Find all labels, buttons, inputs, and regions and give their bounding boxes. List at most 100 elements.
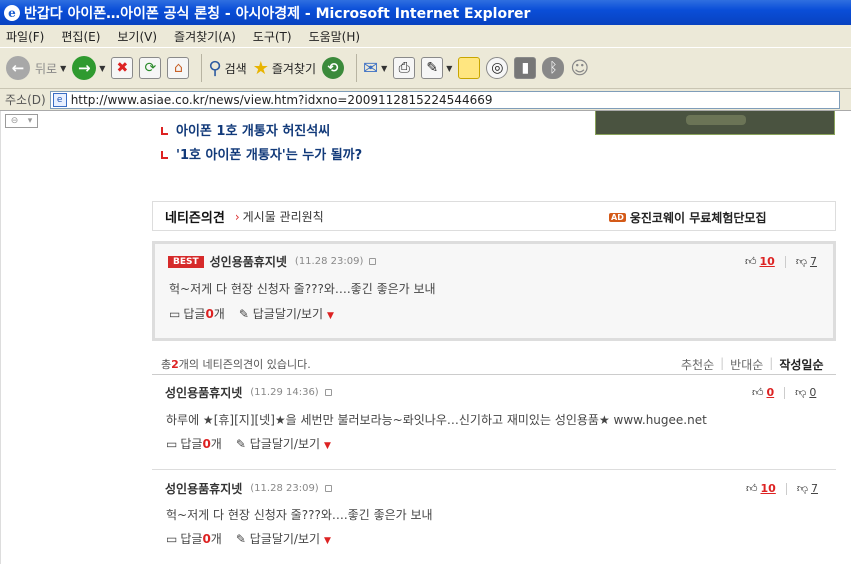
down-count[interactable]: 0 <box>809 386 816 399</box>
sort-recommend[interactable]: 추천순 <box>681 356 714 373</box>
reply-label: 답글 <box>180 437 203 451</box>
edit-button[interactable]: ✎ ▼ <box>421 57 452 79</box>
sort-date[interactable]: 작성일순 <box>779 356 823 373</box>
favorites-button[interactable]: ★ 즐겨찾기 <box>253 58 316 79</box>
netizen-header: 네티즌의견 게시물 관리원칙 AD웅진코웨이 무료체험단모집 <box>152 201 836 231</box>
reply-suffix: 개 <box>210 532 222 546</box>
comment-user[interactable]: 성인용품휴지넷 <box>165 384 242 401</box>
edit-icon: ✎ <box>421 57 444 79</box>
vote-box: 👍︎ 10 👎︎ 7 <box>745 255 817 268</box>
chevron-down-icon: ▼ <box>327 311 334 321</box>
thumbs-down-icon[interactable]: 👎︎ <box>796 255 807 268</box>
menu-view[interactable]: 보기(V) <box>117 28 157 45</box>
reply-icon: ▭ <box>166 436 178 451</box>
pencil-icon: ✎ <box>238 307 249 321</box>
down-count[interactable]: 7 <box>811 482 818 495</box>
lock-icon <box>369 258 377 265</box>
comment-author: 성인용품휴지넷 (11.29 14:36) <box>165 384 332 401</box>
comment-date: (11.29 14:36) <box>250 387 319 398</box>
messenger-icon: ☺ <box>570 57 590 79</box>
research-button[interactable]: ◎ <box>486 57 509 79</box>
up-count[interactable]: 10 <box>761 482 776 495</box>
reply-count-link[interactable]: 답글0개 <box>180 530 222 547</box>
page-select[interactable]: ⊖ ▾ <box>5 114 38 128</box>
address-input[interactable]: e http://www.asiae.co.kr/news/view.htm?i… <box>49 90 840 109</box>
down-count[interactable]: 7 <box>810 255 817 268</box>
history-button[interactable]: ⟲ <box>322 57 344 79</box>
ad-text: 웅진코웨이 무료체험단모집 <box>629 211 767 225</box>
write-reply-button[interactable]: ✎ 답글달기/보기 ▼ <box>239 305 334 322</box>
vote-separator <box>784 255 786 268</box>
vote-separator <box>784 386 786 399</box>
comment-author: 성인용품휴지넷 (11.28 23:09) <box>165 480 332 497</box>
reply-icon: ▭ <box>166 531 178 546</box>
menu-edit[interactable]: 편집(E) <box>61 28 100 45</box>
ad-link[interactable]: AD 웅진코웨이 무료체험단모집 <box>609 209 767 226</box>
address-label: 주소(D) <box>5 93 46 107</box>
related-link-text: '1호 아이폰 개통자'는 누가 될까? <box>176 148 363 163</box>
write-reply-button[interactable]: ✎ 답글달기/보기 ▼ <box>236 530 331 547</box>
sort-separator: | <box>769 356 774 370</box>
home-button[interactable]: ⌂ <box>167 57 190 79</box>
vote-separator <box>785 482 787 495</box>
print-button[interactable]: ⎙ <box>393 57 416 79</box>
thumbs-up-icon[interactable]: 👍︎ <box>745 255 757 268</box>
mail-button[interactable]: ✉ ▼ <box>363 58 387 79</box>
stop-button[interactable]: ✖ <box>111 57 134 79</box>
rules-link[interactable]: 게시물 관리원칙 <box>235 208 324 225</box>
toolbar-separator <box>201 54 203 82</box>
forward-arrow-icon: → <box>72 56 97 80</box>
pencil-icon: ✎ <box>235 437 246 451</box>
chevron-down-icon: ▼ <box>381 63 388 73</box>
mail-icon: ✉ <box>363 57 379 79</box>
note-icon <box>458 57 481 79</box>
menu-favorites[interactable]: 즐겨찾기(A) <box>174 28 236 45</box>
bluetooth-button[interactable]: ᛒ <box>542 57 565 79</box>
toolbar: ← 뒤로 ▼ → ▼ ✖ ⟳ ⌂ ⚲ 검색 ★ 즐겨찾기 ⟲ ✉ ▼ ⎙ ✎ ▼ ◎… <box>0 47 851 89</box>
thumbs-up-icon[interactable]: 👍︎ <box>752 386 764 399</box>
thumbs-down-icon[interactable]: 👎︎ <box>795 386 806 399</box>
article-image <box>595 111 835 135</box>
back-arrow-icon: ← <box>6 56 30 80</box>
toolbar-separator <box>356 54 357 82</box>
reply-count-link[interactable]: 답글0개 <box>180 435 222 452</box>
menu-file[interactable]: 파일(F) <box>6 28 44 45</box>
forward-button[interactable]: → ▼ <box>72 56 105 80</box>
up-count[interactable]: 0 <box>767 386 775 399</box>
chevron-down-icon: ▼ <box>324 536 331 546</box>
thumbs-down-icon[interactable]: 👎︎ <box>797 482 808 495</box>
select-icon: ⊖ <box>10 116 19 126</box>
reply-suffix: 개 <box>210 437 222 451</box>
bluetooth-icon: ᛒ <box>542 57 565 79</box>
refresh-button[interactable]: ⟳ <box>139 57 162 79</box>
menu-tools[interactable]: 도구(T) <box>253 28 292 45</box>
title-bar: e 반갑다 아이폰…아이폰 공식 론칭 - 아시아경제 - Microsoft … <box>0 0 851 25</box>
comment-item: 성인용품휴지넷 (11.28 23:09) 👍︎ 10 👎︎ 7 헉~저게 다 현장… <box>152 470 836 564</box>
chevron-down-icon: ▼ <box>446 63 453 73</box>
messenger-button[interactable]: ☺ <box>570 58 589 79</box>
comment-actions: ▭ 답글0개 ✎ 답글달기/보기 ▼ <box>169 305 334 322</box>
book-icon: ▮ <box>514 57 537 79</box>
summary-prefix: 총 <box>161 358 172 371</box>
comment-user[interactable]: 성인용품휴지넷 <box>165 480 242 497</box>
comment-summary: 총2개의 네티즌의견이 있습니다. <box>161 356 311 372</box>
related-link-1[interactable]: 아이폰 1호 개통자 허진석씨 <box>161 120 330 139</box>
sort-opposed[interactable]: 반대순 <box>730 356 763 373</box>
menu-help[interactable]: 도움말(H) <box>309 28 361 45</box>
discuss-button[interactable] <box>458 57 481 79</box>
comment-user[interactable]: 성인용품휴지넷 <box>210 253 287 270</box>
write-reply-button[interactable]: ✎ 답글달기/보기 ▼ <box>236 435 331 452</box>
related-link-2[interactable]: '1호 아이폰 개통자'는 누가 될까? <box>161 144 362 163</box>
reply-count-link[interactable]: 답글0개 <box>183 305 225 322</box>
sort-options: 추천순 | 반대순 | 작성일순 <box>675 356 824 373</box>
lock-icon <box>324 389 332 396</box>
thumbs-up-icon[interactable]: 👍︎ <box>746 482 758 495</box>
summary-count: 2 <box>171 358 179 371</box>
back-button[interactable]: ← 뒤로 ▼ <box>6 56 66 80</box>
search-button[interactable]: ⚲ 검색 <box>208 58 246 79</box>
reply-count: 0 <box>205 307 214 321</box>
page-icon: e <box>52 92 67 107</box>
reply-action-label: 답글달기/보기 <box>249 437 321 451</box>
book-button[interactable]: ▮ <box>514 57 537 79</box>
up-count[interactable]: 10 <box>760 255 775 268</box>
